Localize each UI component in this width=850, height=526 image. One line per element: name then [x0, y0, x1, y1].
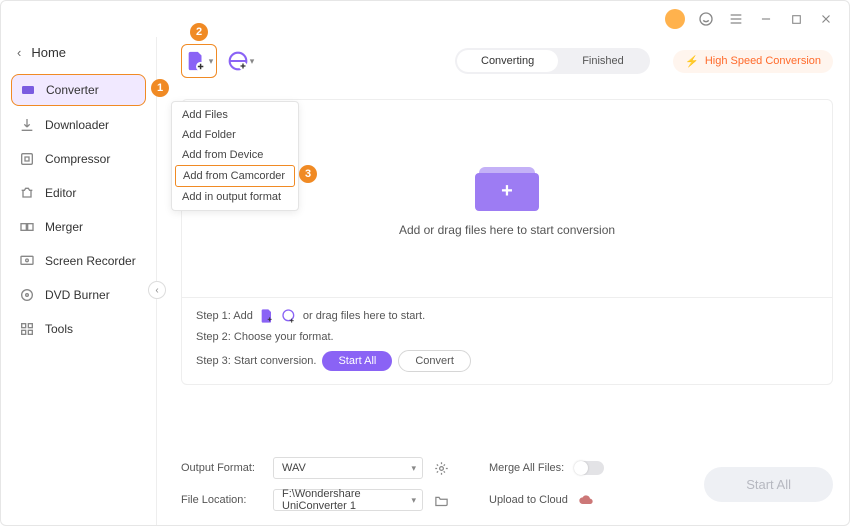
chevron-down-icon: ▾ [250, 56, 255, 67]
maximize-icon[interactable] [787, 10, 805, 28]
callout-2: 2 [190, 23, 208, 41]
output-format-select[interactable]: WAV [273, 457, 423, 479]
dd-add-from-camcorder[interactable]: Add from Camcorder [175, 165, 295, 187]
folder-icon: + [475, 161, 539, 211]
convert-button[interactable]: Convert [398, 350, 471, 372]
screen-recorder-icon [19, 253, 35, 269]
nav-compressor[interactable]: Compressor [11, 144, 146, 174]
nav-tools[interactable]: Tools [11, 314, 146, 344]
avatar[interactable] [665, 9, 685, 29]
dvd-burner-icon [19, 287, 35, 303]
high-speed-label: High Speed Conversion [705, 55, 821, 67]
nav-label: Downloader [45, 118, 109, 132]
location-select[interactable]: F:\Wondershare UniConverter 1 [273, 489, 423, 511]
step-3: Step 3: Start conversion. Start All Conv… [196, 350, 818, 372]
output-format-label: Output Format: [181, 462, 263, 474]
add-url-button[interactable]: ▾ [223, 44, 259, 78]
bottom-bar: Output Format: WAV Merge All Files: File… [181, 445, 833, 525]
compressor-icon [19, 151, 35, 167]
nav-merger[interactable]: Merger [11, 212, 146, 242]
dd-add-files[interactable]: Add Files [175, 105, 295, 125]
support-icon[interactable] [697, 10, 715, 28]
nav-label: Screen Recorder [45, 254, 136, 268]
minimize-icon[interactable] [757, 10, 775, 28]
dd-add-folder[interactable]: Add Folder [175, 125, 295, 145]
steps: Step 1: Add or drag files here to start.… [182, 297, 832, 384]
editor-icon [19, 185, 35, 201]
add-dropdown: Add Files Add Folder Add from Device Add… [171, 101, 299, 211]
nav-label: Converter [46, 83, 99, 97]
dd-add-from-device[interactable]: Add from Device [175, 145, 295, 165]
folder-open-icon[interactable] [433, 492, 449, 508]
sidebar: ‹ Home Converter 1 Downloader Compressor… [1, 37, 157, 525]
nav-label: Merger [45, 220, 83, 234]
merger-icon [19, 219, 35, 235]
toolbar: ▾ 2 ▾ Converting Finished ⚡ High Speed C… [181, 41, 833, 81]
nav-screen-recorder[interactable]: Screen Recorder [11, 246, 146, 276]
settings-icon[interactable] [433, 460, 449, 476]
step-1: Step 1: Add or drag files here to start. [196, 308, 818, 324]
converter-icon [20, 82, 36, 98]
nav-label: DVD Burner [45, 288, 110, 302]
titlebar [1, 1, 849, 37]
dd-add-in-output-format[interactable]: Add in output format [175, 187, 295, 207]
menu-icon[interactable] [727, 10, 745, 28]
nav-label: Compressor [45, 152, 110, 166]
merge-toggle[interactable] [574, 461, 604, 475]
file-plus-icon [259, 308, 275, 324]
step-2: Step 2: Choose your format. [196, 331, 818, 343]
add-files-button[interactable]: ▾ 2 [181, 44, 217, 78]
chevron-down-icon: ▾ [209, 56, 214, 67]
location-label: File Location: [181, 494, 263, 506]
home-label: Home [31, 45, 66, 60]
close-icon[interactable] [817, 10, 835, 28]
status-tabs: Converting Finished [455, 48, 650, 74]
tab-converting[interactable]: Converting [457, 50, 558, 72]
tab-finished[interactable]: Finished [558, 50, 648, 72]
globe-plus-icon [281, 308, 297, 324]
start-all-button[interactable]: Start All [704, 467, 833, 502]
main: ▾ 2 ▾ Converting Finished ⚡ High Speed C… [157, 37, 849, 525]
merge-label: Merge All Files: [489, 462, 564, 474]
home-link[interactable]: ‹ Home [11, 41, 146, 64]
nav-editor[interactable]: Editor [11, 178, 146, 208]
nav-label: Editor [45, 186, 76, 200]
nav-downloader[interactable]: Downloader [11, 110, 146, 140]
drop-text: Add or drag files here to start conversi… [399, 223, 615, 237]
nav-converter[interactable]: Converter 1 [11, 74, 146, 106]
high-speed-badge[interactable]: ⚡ High Speed Conversion [673, 50, 833, 73]
nav-label: Tools [45, 322, 73, 336]
callout-3: 3 [299, 165, 317, 183]
bolt-icon: ⚡ [685, 55, 699, 68]
nav-dvd-burner[interactable]: DVD Burner [11, 280, 146, 310]
tools-icon [19, 321, 35, 337]
upload-label: Upload to Cloud [489, 494, 568, 506]
cloud-icon[interactable] [578, 492, 594, 508]
downloader-icon [19, 117, 35, 133]
start-all-button-small[interactable]: Start All [322, 351, 392, 371]
back-icon: ‹ [17, 45, 21, 60]
